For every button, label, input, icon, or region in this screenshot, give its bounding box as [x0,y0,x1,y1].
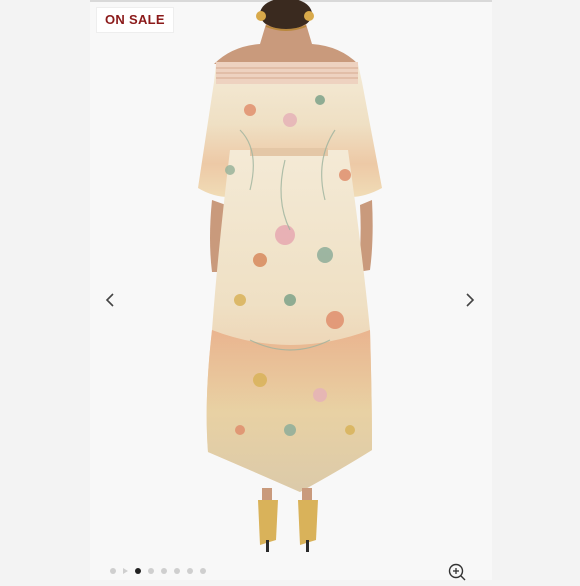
previous-image-button[interactable] [98,288,122,312]
image-pagination [110,568,206,574]
page-margin-left [0,0,90,580]
chevron-left-icon [105,293,114,307]
on-sale-badge: ON SALE [97,8,173,32]
zoom-in-icon [448,563,466,581]
pagination-dot[interactable] [110,568,116,574]
pagination-dot[interactable] [174,568,180,574]
pagination-dot[interactable] [200,568,206,574]
video-play-icon[interactable] [123,568,128,574]
chevron-right-icon [466,293,475,307]
next-image-button[interactable] [458,288,482,312]
pagination-dot[interactable] [148,568,154,574]
on-sale-label: ON SALE [105,12,165,27]
pagination-dot[interactable] [161,568,167,574]
pagination-dot-active[interactable] [135,568,141,574]
zoom-button[interactable] [448,563,466,581]
pagination-dot[interactable] [187,568,193,574]
product-photo[interactable] [90,0,492,580]
page-margin-right [492,0,580,580]
